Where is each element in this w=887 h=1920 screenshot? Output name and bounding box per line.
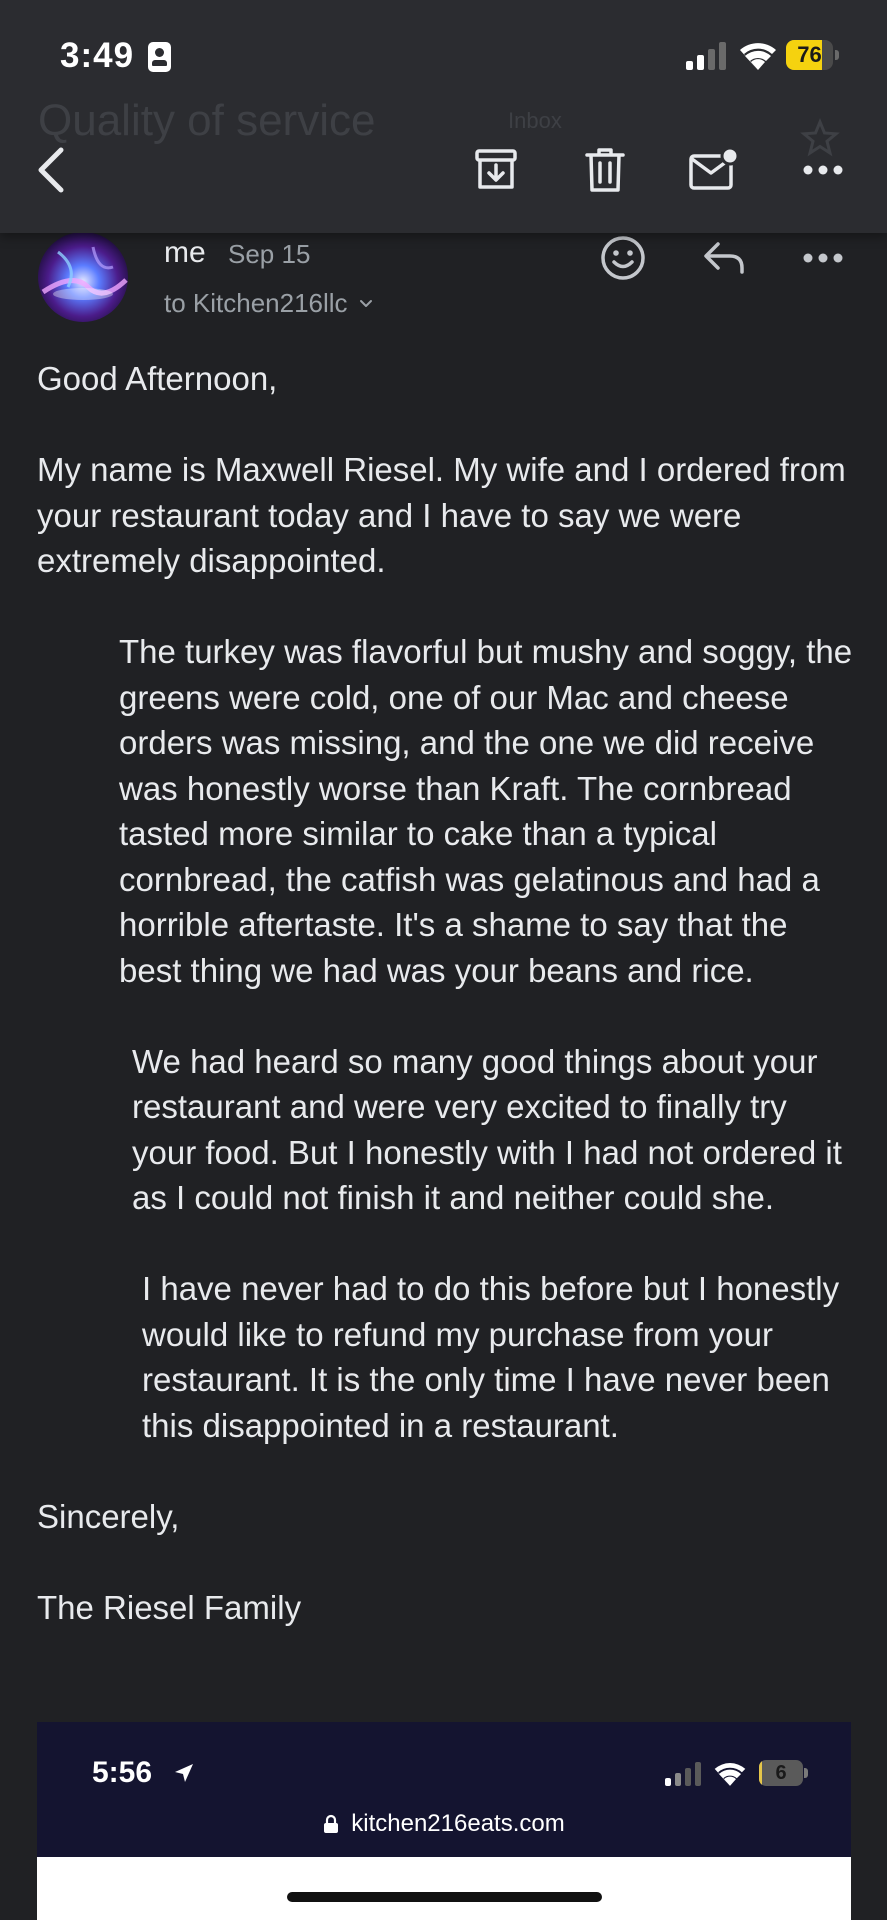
body-paragraph: I have never had to do this before but I… — [142, 1270, 840, 1444]
embedded-signal-icon — [665, 1762, 703, 1786]
delete-button[interactable] — [575, 140, 635, 200]
trash-icon — [585, 148, 625, 192]
message-date: Sep 15 — [228, 239, 311, 269]
archive-button[interactable] — [466, 140, 526, 200]
message-more-button[interactable] — [793, 228, 853, 288]
more-horizontal-icon — [803, 165, 843, 175]
mail-unread-icon — [689, 148, 740, 190]
greeting: Good Afternoon, — [37, 360, 278, 397]
lock-icon — [324, 1814, 339, 1833]
embedded-battery-level: 6 — [775, 1762, 787, 1784]
sign-off: Sincerely, — [37, 1497, 180, 1535]
battery-icon: 76 — [786, 40, 839, 70]
body-paragraph: The turkey was flavorful but mushy and s… — [119, 633, 853, 989]
wifi-icon — [740, 43, 776, 70]
email-subject: Quality of service — [38, 96, 376, 145]
email-body: Good Afternoon, My name is Maxwell Riese… — [37, 356, 857, 1676]
embedded-url-bar: kitchen216eats.com — [37, 1810, 851, 1838]
embedded-screenshot-image[interactable]: 5:56 6 kitchen216eats.com — [37, 1722, 851, 1920]
location-arrow-icon — [175, 1764, 193, 1782]
embedded-battery-icon: 6 — [759, 1760, 808, 1786]
mark-unread-button[interactable] — [684, 140, 744, 200]
recipient-text: to Kitchen216llc — [164, 288, 348, 318]
signature: The Riesel Family — [37, 1589, 302, 1626]
embedded-page-content — [37, 1857, 851, 1920]
recipient-details-toggle[interactable]: to Kitchen216llc — [164, 288, 374, 319]
top-app-bar: 3:49 76 Quality of service Inbox — [0, 0, 887, 233]
embedded-status-time: 5:56 — [92, 1756, 153, 1789]
more-horizontal-icon — [803, 253, 843, 263]
reply-button[interactable] — [694, 228, 754, 288]
embedded-url-text: kitchen216eats.com — [351, 1810, 565, 1837]
archive-icon — [475, 149, 517, 189]
home-indicator[interactable] — [287, 1892, 602, 1902]
body-paragraph: My name is Maxwell Riesel. My wife and I… — [37, 451, 846, 579]
embedded-wifi-icon — [714, 1763, 746, 1786]
avatar-image — [38, 232, 128, 322]
emoji-icon — [601, 236, 645, 280]
reply-icon — [704, 242, 744, 274]
battery-level: 76 — [797, 42, 822, 67]
body-paragraph: We had heard so many good things about y… — [132, 1042, 842, 1217]
sender-name: me — [164, 236, 206, 269]
add-reaction-button[interactable] — [593, 228, 653, 288]
cellular-signal-icon — [686, 42, 728, 70]
chevron-down-icon — [359, 299, 372, 307]
avatar[interactable] — [38, 232, 128, 322]
more-options-button[interactable] — [793, 140, 853, 200]
label-chip: Inbox — [508, 108, 562, 133]
status-time: 3:49 — [60, 36, 135, 75]
back-button[interactable] — [20, 140, 80, 200]
id-card-icon — [148, 42, 171, 72]
chevron-left-icon — [38, 147, 64, 193]
